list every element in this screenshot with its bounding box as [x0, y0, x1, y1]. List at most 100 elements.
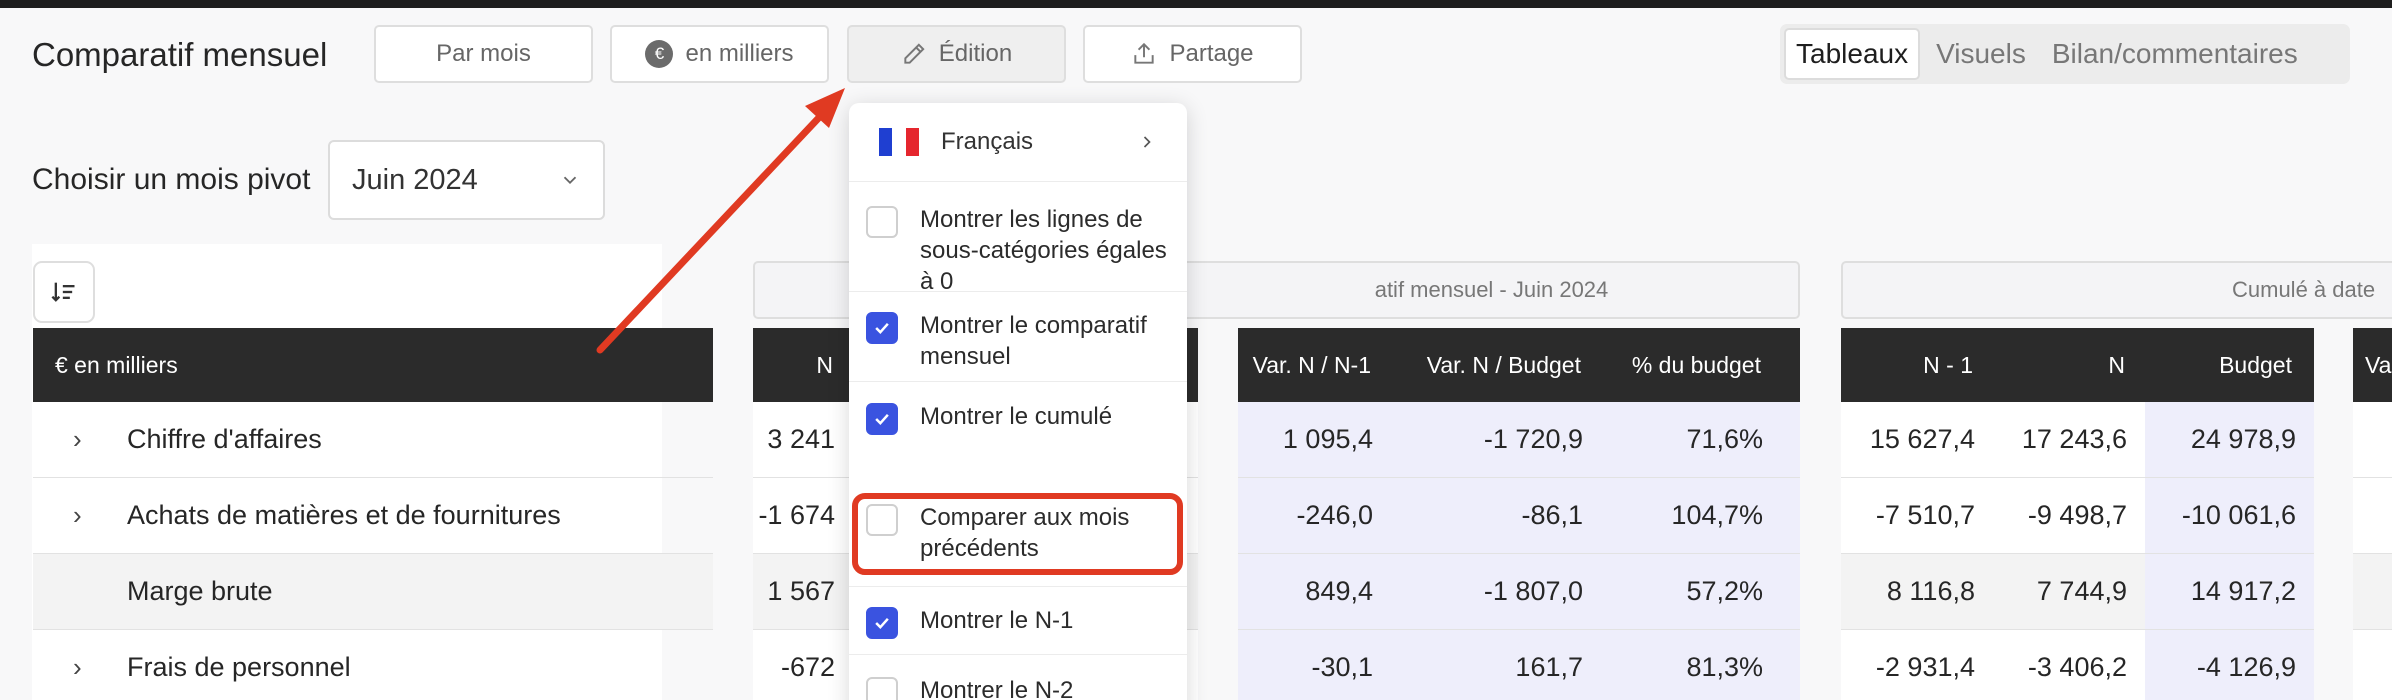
chevron-right-icon[interactable]: ›: [73, 424, 95, 455]
tab-bilan-commentaires[interactable]: Bilan/commentaires: [2042, 28, 2308, 80]
col-cum-budget: Budget: [2219, 351, 2292, 378]
table-row: 849,4 -1 807,0 57,2%: [1238, 554, 1800, 630]
cell-n: 3 241: [767, 424, 835, 454]
cell: -7 510,7: [1875, 500, 1975, 530]
chevron-right-icon: [1143, 136, 1151, 148]
checkbox-checked[interactable]: [866, 403, 898, 435]
col-cum-var: Va: [2365, 351, 2392, 378]
table-row[interactable]: › Achats de matières et de fournitures: [33, 478, 713, 554]
table-row: 15 627,4 17 243,6 24 978,9: [1841, 402, 2314, 478]
cell: -246,0: [1296, 500, 1373, 530]
label-column-header: € en milliers: [33, 328, 713, 402]
cumulative-header: N - 1 N Budget: [1841, 328, 2314, 402]
monthly-var-rows: 1 095,4 -1 720,9 71,6% -246,0 -86,1 104,…: [1238, 402, 1800, 700]
partage-button[interactable]: Partage: [1083, 25, 1302, 83]
cell: -1 720,9: [1483, 424, 1583, 454]
cell: 1 095,4: [1282, 424, 1373, 454]
cumulative-var-header: Va: [2353, 328, 2392, 402]
par-mois-button[interactable]: Par mois: [374, 25, 593, 83]
euro-icon: €: [645, 40, 674, 68]
language-menu-item[interactable]: Français: [849, 103, 1187, 181]
monthly-group-title: atif mensuel - Juin 2024: [1374, 277, 1609, 302]
table-row[interactable]: › Chiffre d'affaires: [33, 402, 713, 478]
currency-unit-button[interactable]: € en milliers: [610, 25, 829, 83]
cumulative-rows: 15 627,4 17 243,6 24 978,9 -7 510,7 -9 4…: [1841, 402, 2314, 700]
currency-unit-label: en milliers: [685, 40, 794, 67]
row-label: Chiffre d'affaires: [127, 424, 322, 454]
option-show-n1[interactable]: Montrer le N-1: [849, 586, 1187, 654]
check-icon: [875, 322, 889, 334]
cell: -86,1: [1521, 500, 1583, 530]
cell: 104,7%: [1671, 500, 1763, 530]
cell: 14 917,2: [2145, 554, 2314, 629]
label-column-title: € en milliers: [55, 351, 178, 378]
highlight-box: [852, 493, 1183, 575]
check-icon: [875, 617, 889, 629]
cell: 8 116,8: [1886, 576, 1975, 606]
table-row[interactable]: › Frais de personnel: [33, 630, 713, 700]
cell-n: 1 567: [767, 576, 835, 606]
sort-icon: [51, 282, 75, 302]
cell: -10 061,6: [2145, 478, 2314, 553]
cell: 81,3%: [1686, 652, 1763, 682]
par-mois-label: Par mois: [436, 40, 531, 67]
option-show-cumulative[interactable]: Montrer le cumulé: [849, 381, 1187, 457]
cumulative-group-header: Cumulé à date: [1841, 261, 2392, 319]
monthly-var-header: Var. N / N-1 Var. N / Budget % du budget: [1238, 328, 1800, 402]
col-pct-budget: % du budget: [1631, 351, 1761, 378]
cell: 161,7: [1515, 652, 1583, 682]
option-show-zero-subcategories[interactable]: Montrer les lignes de sous-catégories ég…: [849, 181, 1187, 295]
checkbox[interactable]: [866, 677, 898, 700]
pencil-icon: [904, 43, 925, 64]
chevron-right-icon[interactable]: ›: [73, 652, 95, 683]
cell: -3 406,2: [2027, 652, 2127, 682]
flag-fr-icon: [879, 128, 919, 156]
edition-menu: Français Montrer les lignes de sous-caté…: [849, 103, 1187, 700]
edition-label: Édition: [938, 40, 1013, 67]
tab-tableaux[interactable]: Tableaux: [1784, 28, 1921, 80]
row-label: Achats de matières et de fournitures: [127, 500, 561, 530]
option-show-monthly-comparison[interactable]: Montrer le comparatif mensuel: [849, 291, 1187, 381]
cell: -4 126,9: [2145, 630, 2314, 700]
partage-label: Partage: [1169, 40, 1254, 67]
cumulative-group-title: Cumulé à date: [2232, 277, 2376, 302]
col-cum-n: N: [2108, 351, 2125, 378]
col-n: N: [816, 351, 833, 378]
cell: -9 498,7: [2027, 500, 2127, 530]
cell: 24 978,9: [2145, 402, 2314, 477]
row-label: Marge brute: [127, 576, 273, 606]
upload-icon: [1134, 42, 1155, 64]
option-label: Montrer les lignes de sous-catégories ég…: [920, 206, 1167, 295]
col-cum-n1: N - 1: [1923, 351, 1973, 378]
language-label: Français: [941, 128, 1034, 155]
pivot-month-value: Juin 2024: [352, 163, 478, 196]
pivot-label: Choisir un mois pivot: [32, 163, 311, 196]
table-row: -246,0 -86,1 104,7%: [1238, 478, 1800, 554]
cell: -1 807,0: [1483, 576, 1583, 606]
cell: 57,2%: [1686, 576, 1763, 606]
sort-button[interactable]: [33, 261, 95, 323]
checkbox-checked[interactable]: [866, 312, 898, 344]
table-row: -30,1 161,7 81,3%: [1238, 630, 1800, 700]
cell: 849,4: [1305, 576, 1373, 606]
cell: 17 243,6: [2021, 424, 2127, 454]
cell: -2 931,4: [1875, 652, 1975, 682]
table-row: 8 116,8 7 744,9 14 917,2: [1841, 554, 2314, 630]
cumulative-var-rows: [2353, 402, 2392, 700]
checkbox-checked[interactable]: [866, 607, 898, 639]
checkbox[interactable]: [866, 206, 898, 238]
label-rows: › Chiffre d'affaires › Achats de matière…: [33, 402, 713, 700]
col-var-n-n1: Var. N / N-1: [1252, 351, 1371, 378]
pivot-month-select[interactable]: Juin 2024: [328, 140, 605, 220]
tab-visuels[interactable]: Visuels: [1926, 28, 2036, 80]
cell: -30,1: [1311, 652, 1373, 682]
option-show-n2[interactable]: Montrer le N-2: [849, 654, 1187, 700]
option-label: Montrer le cumulé: [920, 403, 1113, 430]
chevron-right-icon[interactable]: ›: [73, 500, 95, 531]
window-top-strip: [0, 0, 2392, 8]
row-label: Frais de personnel: [127, 652, 351, 682]
option-label: Montrer le comparatif mensuel: [920, 312, 1147, 370]
table-row: Marge brute: [33, 554, 713, 630]
edition-button[interactable]: Édition: [847, 25, 1066, 83]
table-row: -7 510,7 -9 498,7 -10 061,6: [1841, 478, 2314, 554]
